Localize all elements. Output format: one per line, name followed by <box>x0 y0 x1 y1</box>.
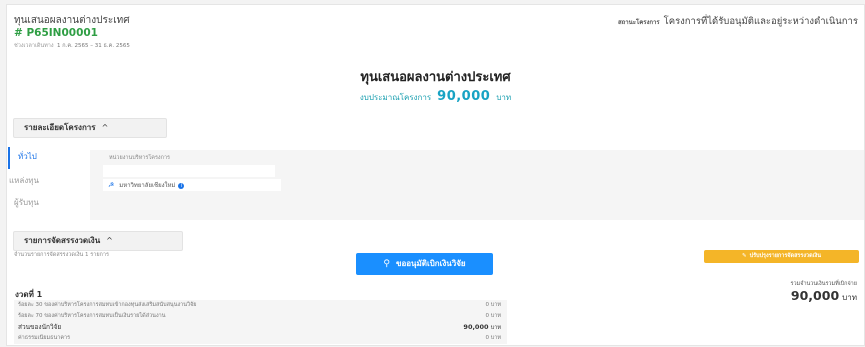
total-amount: 90,000 <box>790 288 840 303</box>
row-amount: 0 บาท <box>486 333 501 344</box>
table-row: ร้อยละ 70 ของค่าบริหารโครงการสมทบเป็นเงิ… <box>14 311 507 322</box>
org-field: ☭ มหาวิทยาลัยเชียงใหม่ i <box>103 179 281 191</box>
allocation-section-toggle[interactable]: รายการจัดสรรงวดเงิน ^ <box>13 231 183 251</box>
period-value: 1 ก.ค. 2565 – 31 ธ.ค. 2565 <box>57 43 130 49</box>
row-label: ค่าธรรมเนียมธนาคาร <box>18 335 71 341</box>
budget-unit: บาท <box>496 93 512 102</box>
chevron-up-icon: ^ <box>106 236 113 245</box>
hero-budget: งบประมาณโครงการ 90,000 บาท <box>7 89 864 104</box>
total-label: รวมจำนวนเงินรวมที่เบิกจ่าย <box>790 281 857 287</box>
row-label: ร้อยละ 70 ของค่าบริหารโครงการสมทบเป็นเงิ… <box>18 313 166 319</box>
org-field-label: หน่วยงานบริหารโครงการ <box>109 155 170 161</box>
row-amount: 0 บาท <box>486 311 501 322</box>
row-amount-value: 0 <box>485 313 490 319</box>
installment-rows: ร้อยละ 30 ของค่าบริหารโครงการสมทบเข้ากอง… <box>14 300 507 344</box>
total-value: 90,000 บาท <box>791 288 857 304</box>
active-tab-indicator <box>8 147 10 169</box>
project-status: สถานะโครงการ โครงการที่ได้รับอนุมัติและอย… <box>618 14 858 29</box>
row-unit: บาท <box>490 313 501 319</box>
row-amount-value: 0 <box>485 302 490 308</box>
status-value: โครงการที่ได้รับอนุมัติและอยู่ระหว่างดำเ… <box>663 16 858 27</box>
allocation-section-label: รายการจัดสรรงวดเงิน <box>24 236 101 245</box>
row-label: ส่วนของนักวิจัย <box>18 323 62 331</box>
edit-icon: ✎ <box>741 253 747 259</box>
table-row: ร้อยละ 30 ของค่าบริหารโครงการสมทบเข้ากอง… <box>14 300 507 311</box>
adjust-allocation-label: ปรับปรุงรายการจัดสรรงวดเงิน <box>749 253 822 259</box>
tab-funding-source[interactable]: แหล่งทุน <box>9 174 39 187</box>
row-amount: 0 บาท <box>486 300 501 311</box>
row-amount-value: 90,000 <box>463 323 489 331</box>
request-approval-label: ขออนุมัติเบิกเงินวิจัย <box>395 259 466 268</box>
row-unit: บาท <box>490 335 501 341</box>
total-unit: บาท <box>842 293 857 302</box>
table-row: ค่าธรรมเนียมธนาคาร 0 บาท <box>14 333 507 344</box>
tab-general[interactable]: ทั่วไป <box>18 150 37 163</box>
adjust-allocation-button[interactable]: ✎ ปรับปรุงรายการจัดสรรงวดเงิน <box>704 250 859 263</box>
tab-grantee[interactable]: ผู้รับทุน <box>14 196 39 209</box>
row-unit: บาท <box>490 302 501 308</box>
search-icon: ⚲ <box>383 259 390 269</box>
table-row: ส่วนของนักวิจัย 90,000 บาท <box>14 322 507 333</box>
info-icon[interactable]: i <box>178 182 185 189</box>
project-card: ทุนเสนอผลงานต่างประเทศ # P65IN00001 ช่วง… <box>6 4 865 346</box>
blank-field <box>103 165 275 177</box>
project-period: ช่วงเวลาเดินทาง 1 ก.ค. 2565 – 31 ธ.ค. 25… <box>14 42 130 50</box>
allocation-count: จำนวนรายการจัดสรรงวดเงิน 1 รายการ <box>14 252 109 258</box>
org-name: มหาวิทยาลัยเชียงใหม่ <box>119 182 176 189</box>
details-section-toggle[interactable]: รายละเอียดโครงการ ^ <box>13 118 167 138</box>
request-approval-button[interactable]: ⚲ ขออนุมัติเบิกเงินวิจัย <box>356 253 493 275</box>
budget-label: งบประมาณโครงการ <box>359 93 432 102</box>
period-label: ช่วงเวลาเดินทาง <box>14 43 54 49</box>
details-section-label: รายละเอียดโครงการ <box>24 123 96 132</box>
status-label: สถานะโครงการ <box>618 19 660 26</box>
budget-value: 90,000 <box>437 89 491 104</box>
row-label: ร้อยละ 30 ของค่าบริหารโครงการสมทบเข้ากอง… <box>18 302 197 308</box>
hero-title: ทุนเสนอผลงานต่างประเทศ <box>360 70 511 85</box>
row-amount-value: 0 <box>485 335 490 341</box>
row-unit: บาท <box>490 325 501 331</box>
chevron-up-icon: ^ <box>101 123 109 132</box>
project-title: ทุนเสนอผลงานต่างประเทศ <box>14 15 130 26</box>
org-chart-icon: ☭ <box>108 181 115 189</box>
project-code: # P65IN00001 <box>14 27 98 39</box>
